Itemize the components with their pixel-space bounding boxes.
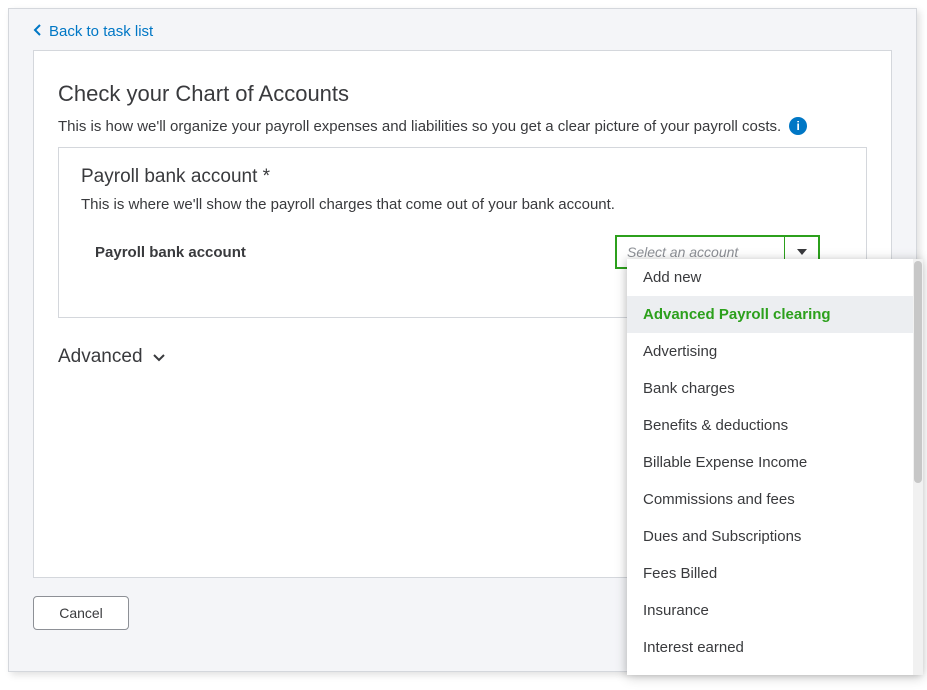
- cancel-label: Cancel: [59, 605, 103, 621]
- page-subtitle: This is how we'll organize your payroll …: [58, 118, 781, 135]
- page-subtitle-row: This is how we'll organize your payroll …: [58, 117, 867, 135]
- scrollbar-track[interactable]: [913, 259, 923, 675]
- page-title: Check your Chart of Accounts: [58, 81, 867, 107]
- account-dropdown-panel: Add newAdvanced Payroll clearingAdvertis…: [627, 259, 923, 675]
- cancel-button[interactable]: Cancel: [33, 596, 129, 630]
- dropdown-item[interactable]: Advanced Payroll clearing: [627, 296, 923, 333]
- dropdown-item[interactable]: Commissions and fees: [627, 481, 923, 518]
- section-title: Payroll bank account *: [81, 166, 844, 188]
- dropdown-item[interactable]: Advertising: [627, 333, 923, 370]
- scrollbar-thumb[interactable]: [914, 261, 922, 483]
- dropdown-item[interactable]: Insurance: [627, 592, 923, 629]
- dropdown-item[interactable]: Dues and Subscriptions: [627, 518, 923, 555]
- dropdown-item[interactable]: Add new: [627, 259, 923, 296]
- field-label: Payroll bank account: [95, 244, 615, 261]
- dropdown-item[interactable]: Interest earned: [627, 629, 923, 666]
- dropdown-list: Add newAdvanced Payroll clearingAdvertis…: [627, 259, 923, 666]
- info-icon[interactable]: i: [789, 117, 807, 135]
- advanced-toggle[interactable]: Advanced: [58, 344, 165, 370]
- section-desc: This is where we'll show the payroll cha…: [81, 196, 844, 213]
- chevron-down-icon: [153, 346, 165, 368]
- back-link-label: Back to task list: [49, 23, 153, 40]
- dropdown-item[interactable]: Benefits & deductions: [627, 407, 923, 444]
- app-frame: Back to task list Check your Chart of Ac…: [8, 8, 917, 672]
- back-to-task-list-link[interactable]: Back to task list: [9, 9, 173, 50]
- dropdown-item[interactable]: Bank charges: [627, 370, 923, 407]
- dropdown-item[interactable]: Fees Billed: [627, 555, 923, 592]
- chevron-left-icon: [33, 23, 41, 40]
- dropdown-item[interactable]: Billable Expense Income: [627, 444, 923, 481]
- advanced-label: Advanced: [58, 346, 143, 368]
